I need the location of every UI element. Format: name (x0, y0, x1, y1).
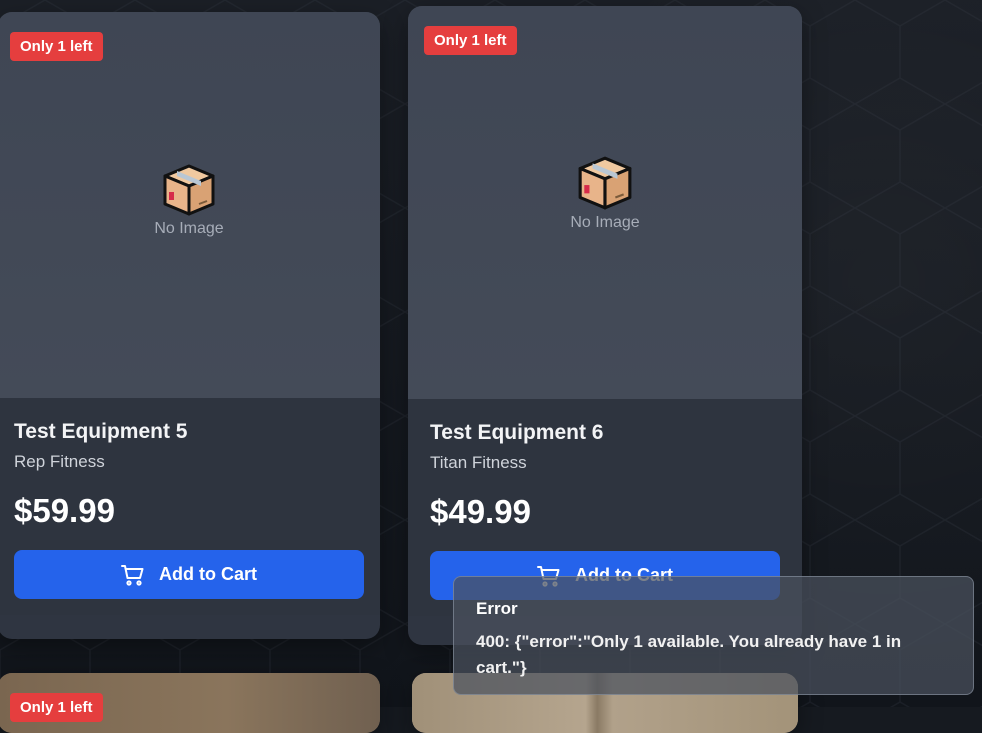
product-price: $49.99 (430, 493, 531, 530)
product-card[interactable]: Only 1 left No Image Test Equipment 6 Ti… (408, 6, 802, 645)
product-brand: Titan Fitness (430, 453, 527, 472)
stock-badge: Only 1 left (424, 26, 517, 55)
product-image-placeholder: Only 1 left No Image (408, 6, 802, 399)
toast-message: 400: {"error":"Only 1 available. You alr… (476, 632, 902, 677)
product-card[interactable]: Only 1 left No Image Test Equipment 5 Re… (0, 12, 380, 639)
stock-badge: Only 1 left (10, 32, 103, 61)
product-image-placeholder: Only 1 left No Image (0, 12, 380, 398)
error-toast[interactable]: Error 400: {"error":"Only 1 available. Y… (453, 576, 974, 695)
add-to-cart-label: Add to Cart (159, 564, 257, 584)
product-title[interactable]: Test Equipment 6 (430, 421, 780, 445)
stock-badge: Only 1 left (10, 693, 103, 722)
product-title[interactable]: Test Equipment 5 (14, 420, 364, 444)
package-box-icon (576, 154, 634, 212)
no-image-placeholder: No Image (408, 154, 802, 232)
toast-title: Error (476, 599, 518, 618)
product-card[interactable]: Only 1 left (0, 673, 380, 733)
no-image-label: No Image (154, 220, 224, 237)
no-image-label: No Image (570, 214, 640, 231)
add-to-cart-button[interactable]: Add to Cart (14, 550, 364, 599)
shopping-cart-icon (121, 564, 145, 586)
package-box-icon (161, 162, 217, 218)
no-image-placeholder: No Image (0, 162, 380, 238)
product-price: $59.99 (14, 492, 115, 529)
product-info: Test Equipment 5 Rep Fitness $59.99 Add … (0, 398, 380, 615)
product-brand: Rep Fitness (14, 452, 105, 471)
